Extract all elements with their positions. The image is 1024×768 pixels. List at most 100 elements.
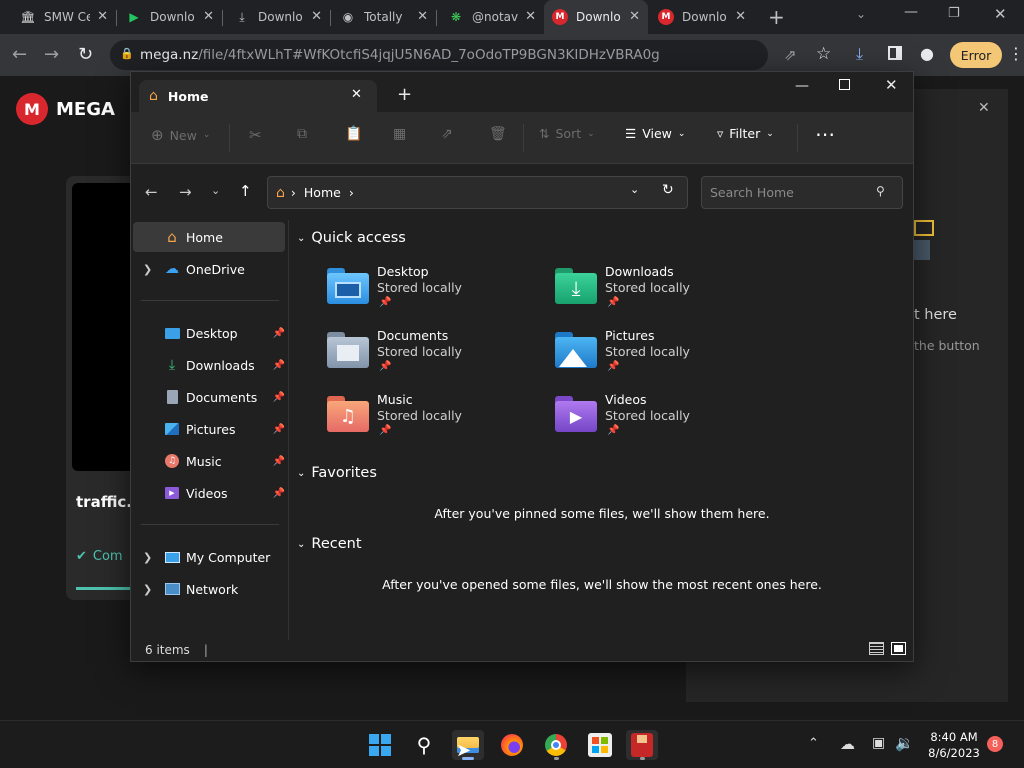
pin-icon[interactable]: 📌 bbox=[273, 456, 285, 467]
quick-access-videos[interactable]: ▶ Videos Stored locally 📌 bbox=[555, 392, 775, 448]
browser-tab[interactable]: ▶ Downlo ✕ bbox=[118, 0, 222, 34]
share-icon[interactable]: ⇗ bbox=[441, 126, 453, 142]
browser-tab-active[interactable]: M Downlo ✕ bbox=[544, 0, 648, 34]
browser-tab[interactable]: ⤓ Downlo ✕ bbox=[226, 0, 330, 34]
chevron-down-icon[interactable]: ⌄ bbox=[630, 183, 639, 196]
pin-icon[interactable]: 📌 bbox=[273, 392, 285, 403]
start-button[interactable] bbox=[364, 730, 396, 760]
rename-icon[interactable]: ▦ bbox=[393, 126, 406, 142]
new-tab-icon[interactable]: + bbox=[768, 5, 785, 29]
nav-item-network[interactable]: ❯ Network bbox=[133, 574, 285, 604]
back-icon[interactable]: ← bbox=[145, 183, 158, 201]
back-icon[interactable]: ← bbox=[12, 44, 27, 65]
close-panel-icon[interactable]: ✕ bbox=[978, 100, 990, 116]
chevron-right-icon[interactable]: ❯ bbox=[143, 583, 152, 596]
recent-header[interactable]: ⌄ Recent bbox=[297, 536, 362, 552]
nav-item-my-computer[interactable]: ❯ My Computer bbox=[133, 542, 285, 572]
search-input[interactable]: Search Home ⚲ bbox=[701, 176, 903, 209]
close-tab-icon[interactable]: ✕ bbox=[351, 87, 362, 102]
minimize-icon[interactable]: — bbox=[904, 4, 918, 20]
tab-search-icon[interactable]: ⌄ bbox=[856, 7, 866, 21]
chevron-right-icon[interactable]: ❯ bbox=[143, 551, 152, 564]
nav-item-videos[interactable]: ▶ Videos 📌 bbox=[133, 478, 285, 508]
clock[interactable]: 8:40 AM 8/6/2023 bbox=[922, 729, 986, 761]
close-tab-icon[interactable]: ✕ bbox=[97, 9, 108, 24]
nav-item-pictures[interactable]: Pictures 📌 bbox=[133, 414, 285, 444]
nav-item-desktop[interactable]: Desktop 📌 bbox=[133, 318, 285, 348]
reload-icon[interactable]: ↻ bbox=[78, 44, 93, 65]
quick-access-downloads[interactable]: ⤓ Downloads Stored locally 📌 bbox=[555, 264, 775, 320]
cloud-off-icon[interactable]: ☁ bbox=[840, 735, 855, 753]
bookmark-star-icon[interactable]: ☆ bbox=[816, 44, 831, 64]
quick-access-music[interactable]: ♫ Music Stored locally 📌 bbox=[327, 392, 547, 448]
more-options-icon[interactable]: ⋯ bbox=[815, 122, 835, 146]
nav-item-home[interactable]: ⌂ Home bbox=[133, 222, 285, 252]
browser-tab[interactable]: ❋ @notav ✕ bbox=[440, 0, 544, 34]
close-tab-icon[interactable]: ✕ bbox=[203, 9, 214, 24]
close-tab-icon[interactable]: ✕ bbox=[735, 9, 746, 24]
side-panel-icon[interactable] bbox=[888, 46, 902, 60]
minimize-icon[interactable]: — bbox=[795, 78, 809, 94]
taskbar-firefox[interactable] bbox=[496, 730, 528, 760]
close-tab-icon[interactable]: ✕ bbox=[417, 9, 428, 24]
view-button[interactable]: ☰ View ⌄ bbox=[625, 126, 685, 141]
quick-access-documents[interactable]: Documents Stored locally 📌 bbox=[327, 328, 547, 384]
up-icon[interactable]: ↑ bbox=[239, 182, 252, 200]
refresh-icon[interactable]: ↻ bbox=[662, 182, 674, 198]
paste-icon[interactable]: 📋 bbox=[345, 126, 362, 142]
sort-button[interactable]: ⇅ Sort ⌄ bbox=[539, 126, 595, 141]
browser-tab[interactable]: 🏛 SMW Ce ✕ bbox=[12, 0, 116, 34]
favorites-header[interactable]: ⌄ Favorites bbox=[297, 465, 377, 481]
explorer-address-bar[interactable]: ⌂ › Home › ⌄ ↻ bbox=[267, 176, 688, 209]
close-window-icon[interactable]: ✕ bbox=[885, 76, 898, 94]
close-tab-icon[interactable]: ✕ bbox=[525, 9, 536, 24]
tiles-view-icon[interactable] bbox=[891, 642, 906, 655]
profile-icon[interactable]: ● bbox=[920, 44, 934, 63]
chevron-up-icon[interactable]: ⌃ bbox=[808, 736, 819, 751]
notification-badge[interactable]: 8 bbox=[987, 736, 1003, 752]
breadcrumb[interactable]: Home bbox=[304, 185, 341, 200]
share-icon[interactable]: ⇗ bbox=[784, 46, 797, 64]
delete-icon[interactable]: 🗑 bbox=[489, 126, 507, 142]
details-view-icon[interactable] bbox=[869, 642, 884, 655]
browser-tab[interactable]: M Downlo ✕ bbox=[650, 0, 754, 34]
downloads-icon[interactable]: ⤓ bbox=[856, 44, 863, 64]
address-bar[interactable]: 🔒 mega.nz/file/4ftxWLhT#WfKOtcfiS4jqjU5N… bbox=[110, 40, 768, 70]
taskbar-store[interactable] bbox=[584, 730, 616, 760]
mega-logo[interactable]: M MEGA bbox=[16, 93, 115, 125]
forward-icon[interactable]: → bbox=[44, 44, 59, 65]
taskbar-app-game[interactable] bbox=[626, 730, 658, 760]
quick-access-desktop[interactable]: Desktop Stored locally 📌 bbox=[327, 264, 547, 320]
maximize-icon[interactable] bbox=[839, 79, 850, 90]
copy-icon[interactable]: ⧉ bbox=[297, 126, 307, 142]
pin-icon[interactable]: 📌 bbox=[273, 328, 285, 339]
recent-locations-icon[interactable]: ⌄ bbox=[211, 184, 220, 197]
taskbar-search-button[interactable]: ⚲ bbox=[408, 730, 440, 760]
close-tab-icon[interactable]: ✕ bbox=[311, 9, 322, 24]
taskbar-chrome[interactable] bbox=[540, 730, 572, 760]
error-button[interactable]: Error bbox=[950, 42, 1002, 68]
forward-icon[interactable]: → bbox=[179, 183, 192, 201]
pin-icon[interactable]: 📌 bbox=[273, 360, 285, 371]
network-status-icon[interactable]: ▣ bbox=[872, 735, 885, 751]
new-button[interactable]: ⊕ New ⌄ bbox=[151, 126, 210, 144]
volume-icon[interactable]: 🔉 bbox=[895, 734, 914, 752]
nav-item-downloads[interactable]: ⤓ Downloads 📌 bbox=[133, 350, 285, 380]
nav-item-onedrive[interactable]: ❯ ☁ OneDrive bbox=[133, 254, 285, 284]
quick-access-pictures[interactable]: Pictures Stored locally 📌 bbox=[555, 328, 775, 384]
nav-item-music[interactable]: ♫ Music 📌 bbox=[133, 446, 285, 476]
nav-item-documents[interactable]: Documents 📌 bbox=[133, 382, 285, 412]
close-tab-icon[interactable]: ✕ bbox=[629, 9, 640, 24]
restore-icon[interactable]: ❐ bbox=[948, 6, 960, 21]
new-tab-icon[interactable]: + bbox=[397, 84, 412, 105]
cut-icon[interactable]: ✂ bbox=[249, 126, 262, 144]
close-window-icon[interactable]: ✕ bbox=[994, 5, 1007, 23]
explorer-tab-home[interactable]: ⌂ Home ✕ bbox=[139, 80, 377, 112]
quick-access-header[interactable]: ⌄ Quick access bbox=[297, 230, 406, 246]
pin-icon[interactable]: 📌 bbox=[273, 488, 285, 499]
menu-icon[interactable]: ⋮ bbox=[1008, 44, 1024, 63]
filter-button[interactable]: ▿ Filter ⌄ bbox=[717, 126, 774, 141]
pin-icon[interactable]: 📌 bbox=[273, 424, 285, 435]
browser-tab[interactable]: ◉ Totally ✕ bbox=[332, 0, 436, 34]
chevron-right-icon[interactable]: ❯ bbox=[143, 263, 152, 276]
